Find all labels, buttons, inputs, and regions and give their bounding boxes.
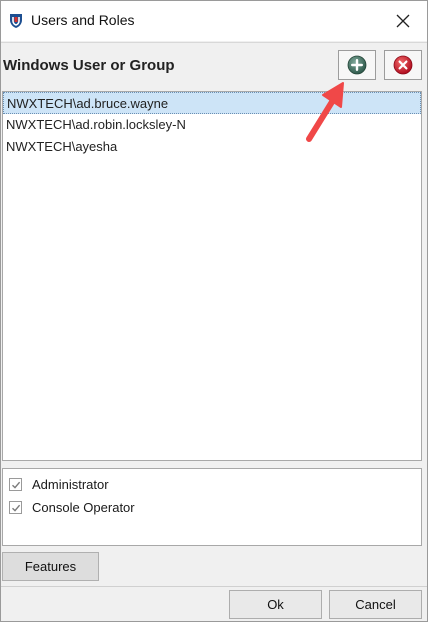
- close-icon: [396, 14, 410, 28]
- x-circle-icon: [393, 55, 413, 75]
- features-button[interactable]: Features: [2, 552, 99, 581]
- footer-divider: [1, 586, 427, 587]
- user-list-item[interactable]: NWXTECH\ayesha: [3, 136, 421, 158]
- close-button[interactable]: [391, 9, 415, 33]
- plus-circle-icon: [347, 55, 367, 75]
- role-item-administrator[interactable]: Administrator: [3, 473, 421, 496]
- window-title: Users and Roles: [31, 12, 135, 28]
- users-header-label: Windows User or Group: [3, 57, 175, 74]
- app-shield-icon: [10, 14, 22, 28]
- role-item-console-operator[interactable]: Console Operator: [3, 496, 421, 519]
- users-list[interactable]: NWXTECH\ad.bruce.wayne NWXTECH\ad.robin.…: [2, 91, 422, 461]
- add-user-button[interactable]: [338, 50, 376, 80]
- user-list-item[interactable]: NWXTECH\ad.bruce.wayne: [3, 92, 421, 114]
- role-label: Console Operator: [32, 500, 135, 515]
- console-operator-checkbox[interactable]: [9, 501, 22, 514]
- users-header-panel: Windows User or Group: [1, 42, 427, 91]
- check-icon: [11, 504, 20, 512]
- roles-list: Administrator Console Operator: [2, 468, 422, 546]
- role-label: Administrator: [32, 477, 109, 492]
- check-icon: [11, 481, 20, 489]
- users-and-roles-dialog: Users and Roles Windows User or Group NW…: [0, 0, 428, 622]
- remove-user-button[interactable]: [384, 50, 422, 80]
- administrator-checkbox[interactable]: [9, 478, 22, 491]
- title-bar: Users and Roles: [1, 1, 427, 41]
- ok-button[interactable]: Ok: [229, 590, 322, 619]
- cancel-button[interactable]: Cancel: [329, 590, 422, 619]
- user-list-item[interactable]: NWXTECH\ad.robin.locksley-N: [3, 114, 421, 136]
